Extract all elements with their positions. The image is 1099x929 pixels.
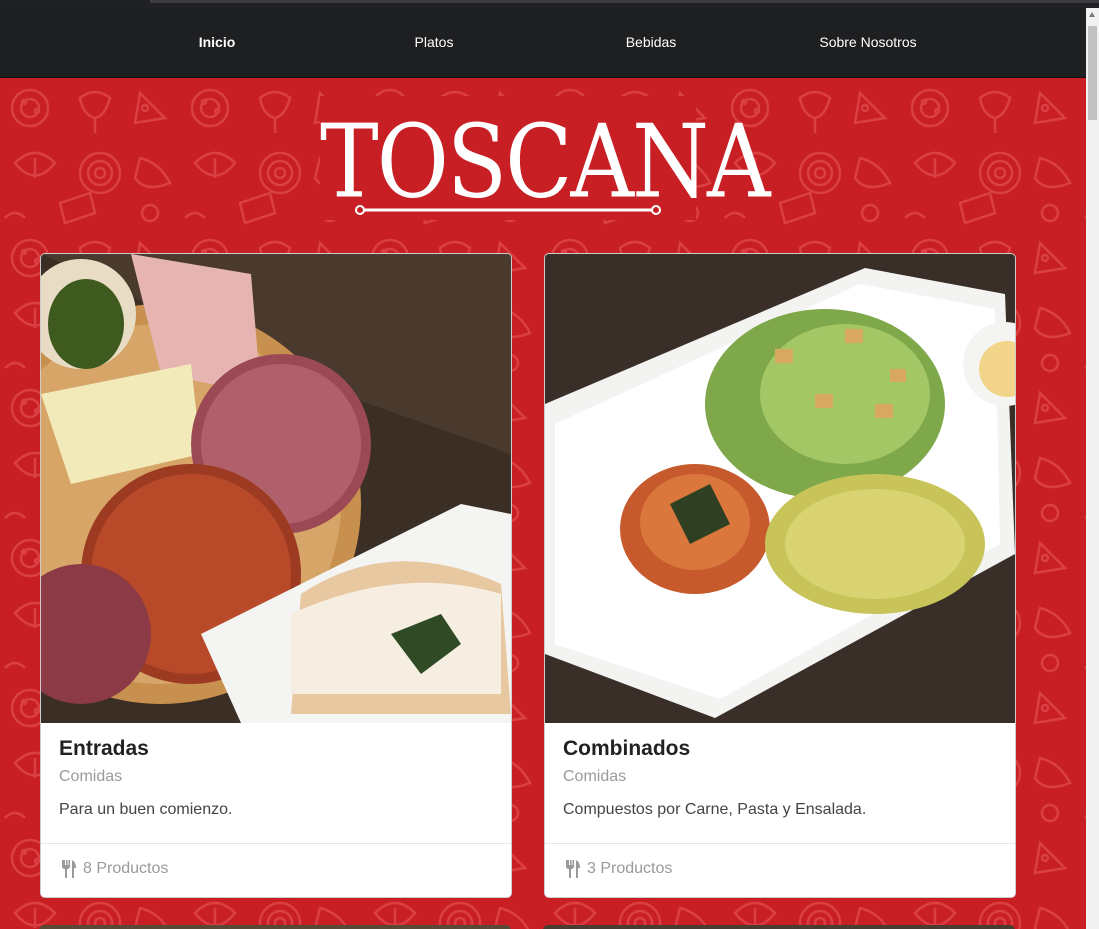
nav-link-sobre-nosotros[interactable]: Sobre Nosotros [768,8,968,77]
next-card-peek[interactable] [543,925,1015,929]
card-description: Para un buen comienzo. [59,801,233,818]
hero-section: TOSCANA Entradas Comidas Para un buen co… [0,78,1086,929]
product-count: 3 Productos [587,860,673,877]
card-title: Entradas [59,737,149,760]
scrollbar-thumb[interactable] [1088,26,1097,120]
card-subtitle: Comidas [59,768,123,785]
category-card-combinados[interactable]: Combinados Comidas Compuestos por Carne,… [544,253,1016,898]
card-title: Combinados [563,737,691,760]
nav-link-platos[interactable]: Platos [334,8,534,77]
product-count: 8 Productos [83,860,169,877]
top-navbar: Inicio Platos Bebidas Sobre Nosotros [0,8,1086,78]
card-body: Entradas Comidas Para un buen comienzo. [41,723,511,843]
card-subtitle: Comidas [563,768,627,785]
nav-link-bebidas[interactable]: Bebidas [551,8,751,77]
browser-tab-edge [150,0,1099,3]
card-image-combinados [545,254,1015,723]
toscana-logo: TOSCANA [320,96,771,220]
card-body: Combinados Comidas Compuestos por Carne,… [545,723,1015,843]
scroll-up-arrow-icon[interactable] [1089,12,1095,17]
vertical-scrollbar[interactable] [1086,8,1099,929]
next-card-peek[interactable] [39,925,511,929]
category-card-entradas[interactable]: Entradas Comidas Para un buen comienzo. … [40,253,512,898]
logo-underline-ornament [355,205,661,215]
card-image-entradas [41,254,511,723]
card-description: Compuestos por Carne, Pasta y Ensalada. [563,801,867,818]
nav-link-inicio[interactable]: Inicio [117,8,317,77]
card-footer: 3 Productos [545,843,1015,897]
utensils-icon [62,860,76,878]
browser-chrome-strip [0,0,1099,8]
utensils-icon [566,860,580,878]
card-footer: 8 Productos [41,843,511,897]
